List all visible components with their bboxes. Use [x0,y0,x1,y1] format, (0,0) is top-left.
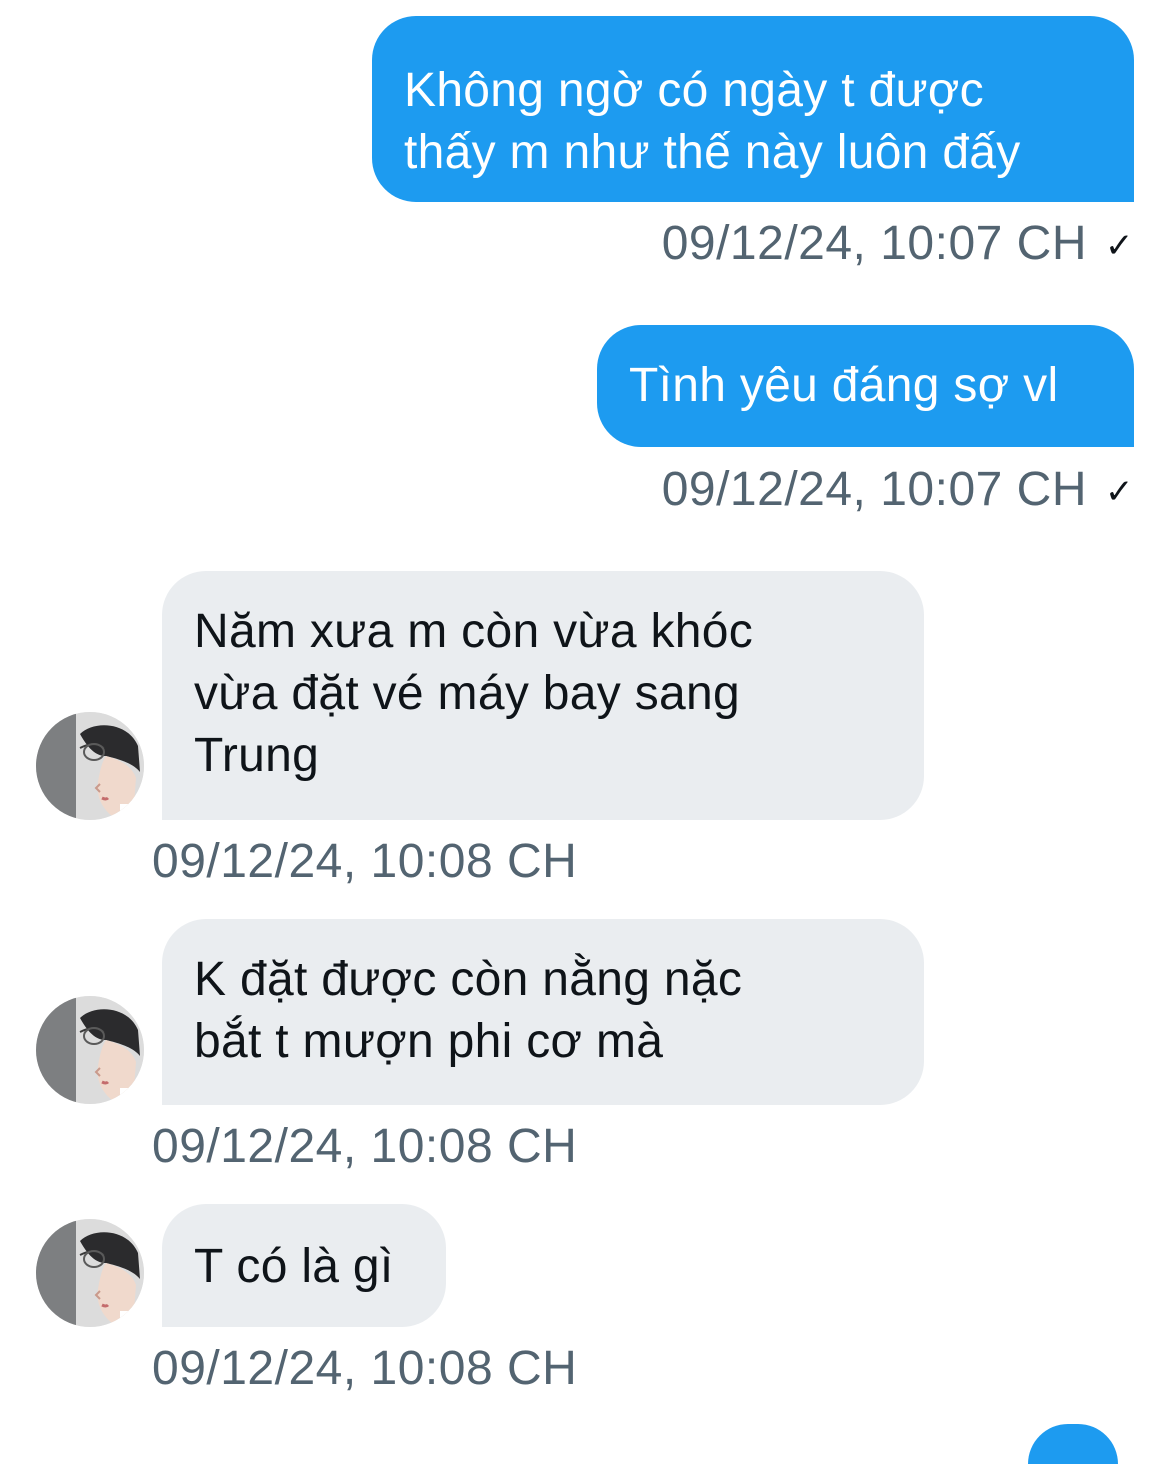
avatar[interactable] [36,996,144,1104]
incoming-message-bubble[interactable]: K đặt được còn nằng nặc bắt t mượn phi c… [162,919,924,1105]
incoming-message-bubble[interactable]: Năm xưa m còn vừa khóc vừa đặt vé máy ba… [162,571,924,820]
message-timestamp: 09/12/24, 10:08 CH [152,834,577,890]
message-timestamp: 09/12/24, 10:08 CH [152,1119,577,1175]
timestamp-text: 09/12/24, 10:08 CH [152,835,578,888]
message-timestamp: 09/12/24, 10:07 CH ✓ [662,462,1134,520]
message-timestamp: 09/12/24, 10:07 CH ✓ [662,216,1134,274]
avatar[interactable] [36,1219,144,1327]
check-icon: ✓ [1105,227,1134,265]
outgoing-message-bubble[interactable]: Tình yêu đáng sợ vl [597,325,1134,447]
timestamp-text: 09/12/24, 10:07 CH [661,463,1087,516]
message-timestamp: 09/12/24, 10:08 CH [152,1341,577,1397]
avatar-photo [36,996,144,1104]
incoming-message-bubble[interactable]: T có là gì [162,1204,446,1327]
outgoing-message-bubble-partial[interactable] [1028,1424,1118,1464]
avatar-photo [36,712,144,820]
avatar-photo [36,1219,144,1327]
timestamp-text: 09/12/24, 10:07 CH [661,217,1087,270]
avatar[interactable] [36,712,144,820]
timestamp-text: 09/12/24, 10:08 CH [152,1120,578,1173]
outgoing-message-bubble[interactable]: Không ngờ có ngày t được thấy m như thế … [372,16,1134,202]
timestamp-text: 09/12/24, 10:08 CH [152,1342,578,1395]
check-icon: ✓ [1105,473,1134,511]
